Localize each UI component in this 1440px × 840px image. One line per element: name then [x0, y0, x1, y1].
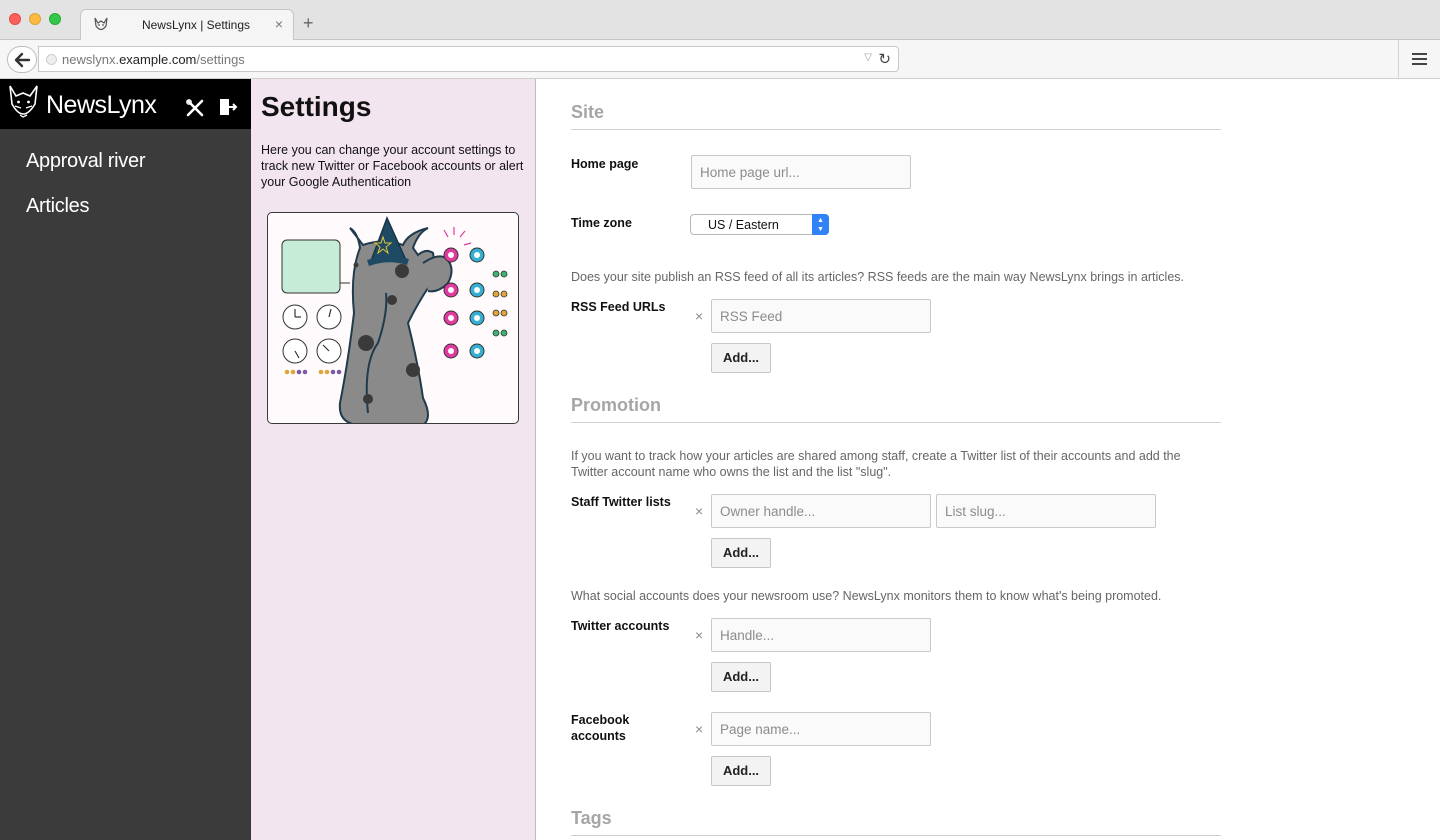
reload-icon[interactable]: ↻ — [878, 50, 891, 68]
rss-feed-input[interactable] — [711, 299, 931, 333]
tools-icon[interactable] — [185, 98, 205, 118]
menu-bar — [1412, 58, 1427, 60]
time-zone-select[interactable]: US / Eastern ▲ ▼ — [690, 214, 829, 235]
remove-facebook-icon[interactable]: × — [695, 721, 703, 737]
settings-form: Site Home page Time zone US / Eastern ▲▼… — [536, 79, 1440, 840]
rss-feed-label: RSS Feed URLs — [571, 300, 666, 314]
twitter-accounts-label: Twitter accounts — [571, 619, 670, 633]
add-staff-list-button[interactable]: Add... — [711, 538, 771, 568]
time-zone-value: US / Eastern — [708, 218, 779, 232]
lynx-favicon-icon — [94, 17, 108, 31]
tab-title: NewsLynx | Settings — [141, 18, 251, 32]
illustration-graphic — [281, 216, 508, 423]
add-facebook-button[interactable]: Add... — [711, 756, 771, 786]
settings-info-panel: Settings Here you can change your accoun… — [251, 79, 536, 840]
add-rss-button[interactable]: Add... — [711, 343, 771, 373]
tab-close-icon[interactable]: × — [275, 16, 283, 32]
logout-icon[interactable] — [218, 97, 238, 117]
time-zone-label: Time zone — [571, 216, 632, 230]
home-page-label: Home page — [571, 157, 639, 171]
window-maximize-button[interactable] — [49, 13, 61, 25]
owner-handle-input[interactable] — [711, 494, 931, 528]
page-description: Here you can change your account setting… — [261, 143, 524, 189]
section-title-promotion: Promotion — [571, 395, 661, 415]
app-sidebar: NewsLynx Approval river Articles — [0, 79, 251, 840]
window-minimize-button[interactable] — [29, 13, 41, 25]
address-bar[interactable]: newslynx.example.com/settings ▽ ↻ — [38, 46, 899, 72]
staff-lists-hint: If you want to track how your articles a… — [571, 449, 1181, 479]
url-dropdown-icon[interactable]: ▽ — [864, 52, 872, 63]
sidebar-item-articles[interactable]: Articles — [26, 195, 89, 218]
back-arrow-icon — [14, 52, 31, 68]
brand-bar: NewsLynx — [0, 79, 251, 129]
page-title: Settings — [261, 91, 372, 122]
hamburger-menu-button[interactable] — [1398, 40, 1440, 79]
remove-twitter-icon[interactable]: × — [695, 627, 703, 643]
remove-rss-icon[interactable]: × — [695, 308, 703, 324]
list-slug-input[interactable] — [936, 494, 1156, 528]
globe-icon — [46, 54, 57, 65]
lynx-control-panel-illustration — [267, 212, 519, 424]
section-divider — [571, 835, 1221, 836]
browser-navbar: newslynx.example.com/settings ▽ ↻ — [0, 40, 1440, 79]
select-arrows-icon: ▲ ▼ — [812, 214, 829, 235]
browser-tab[interactable]: NewsLynx | Settings × — [80, 9, 294, 40]
rss-hint: Does your site publish an RSS feed of al… — [571, 270, 1185, 284]
section-title-tags: Tags — [571, 808, 612, 828]
section-title-site: Site — [571, 102, 605, 122]
remove-staff-list-icon[interactable]: × — [695, 503, 703, 519]
staff-twitter-lists-label: Staff Twitter lists — [571, 495, 671, 509]
twitter-handle-input[interactable] — [711, 618, 931, 652]
home-page-input[interactable] — [691, 155, 911, 189]
section-divider — [571, 422, 1221, 423]
browser-titlebar: NewsLynx | Settings × + — [0, 0, 1440, 40]
facebook-page-input[interactable] — [711, 712, 931, 746]
new-tab-button[interactable]: + — [303, 14, 314, 32]
back-button[interactable] — [7, 46, 37, 73]
lynx-logo-icon — [9, 85, 38, 118]
window-close-button[interactable] — [9, 13, 21, 25]
menu-bar — [1412, 63, 1427, 65]
brand-name[interactable]: NewsLynx — [46, 91, 157, 120]
social-accounts-hint: What social accounts does your newsroom … — [571, 589, 1162, 603]
menu-bar — [1412, 53, 1427, 55]
url-text: newslynx.example.com/settings — [62, 52, 245, 67]
add-twitter-button[interactable]: Add... — [711, 662, 771, 692]
section-divider — [571, 129, 1221, 130]
sidebar-item-approval-river[interactable]: Approval river — [26, 150, 145, 173]
facebook-accounts-label: Facebook accounts — [571, 713, 630, 743]
